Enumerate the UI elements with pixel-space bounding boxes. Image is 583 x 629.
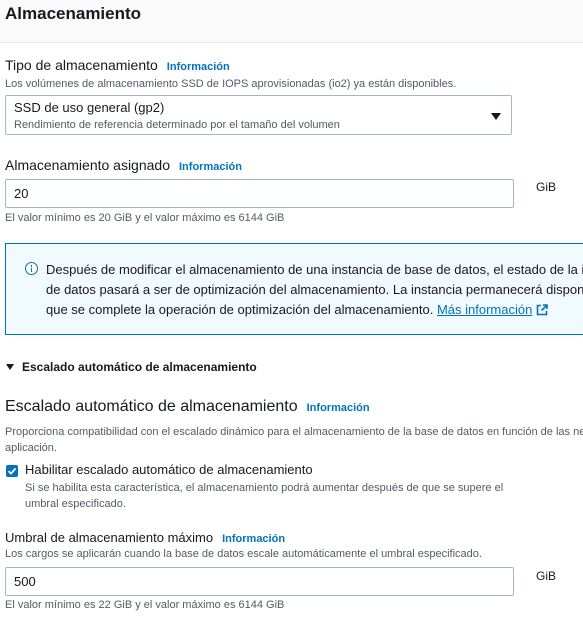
external-link-icon[interactable] <box>536 304 549 316</box>
enable-autoscaling-description-line2: umbral especificado. <box>25 498 126 510</box>
autoscaling-title-text: Escalado automático de almacenamiento <box>5 398 298 415</box>
info-circle-icon <box>25 262 38 275</box>
allocated-storage-info-link[interactable]: Información <box>179 161 242 173</box>
alert-text-line3: que se complete la operación de optimiza… <box>46 302 434 317</box>
max-threshold-description: Los cargos se aplicarán cuando la base d… <box>5 548 482 560</box>
max-threshold-input[interactable]: 500 <box>5 567 514 596</box>
max-threshold-constraint: El valor mínimo es 22 GiB y el valor máx… <box>5 599 285 611</box>
storage-type-select[interactable]: SSD de uso general (gp2) Rendimiento de … <box>5 95 512 135</box>
storage-type-selected-value: SSD de uso general (gp2) <box>14 100 165 115</box>
storage-optimization-alert: Después de modificar el almacenamiento d… <box>5 243 583 335</box>
autoscaling-description-line2: aplicación. <box>5 442 57 454</box>
allocated-storage-input[interactable]: 20 <box>5 179 514 208</box>
autoscaling-description-line1: Proporciona compatibilidad con el escala… <box>5 426 583 438</box>
max-threshold-label-text: Umbral de almacenamiento máximo <box>5 530 214 545</box>
panel-title: Almacenamiento <box>5 4 142 23</box>
storage-type-info-link[interactable]: Información <box>167 61 230 73</box>
allocated-storage-constraint: El valor mínimo es 20 GiB y el valor máx… <box>5 212 285 224</box>
allocated-storage-label: Almacenamiento asignado Información <box>5 157 242 173</box>
autoscaling-expander-toggle[interactable]: Escalado automático de almacenamiento <box>22 360 257 374</box>
storage-type-label: Tipo de almacenamiento Información <box>5 57 230 73</box>
alert-text-line2: de datos pasará a ser de optimización de… <box>46 282 583 297</box>
enable-autoscaling-checkbox[interactable] <box>6 465 18 477</box>
allocated-storage-unit: GiB <box>536 180 557 194</box>
storage-type-description: Los volúmenes de almacenamiento SSD de I… <box>5 78 457 90</box>
checkmark-icon <box>7 467 17 475</box>
max-threshold-unit: GiB <box>536 569 557 583</box>
autoscaling-section-title: Escalado automático de almacenamiento Inf… <box>5 398 370 416</box>
more-info-link[interactable]: Más información <box>437 302 532 317</box>
alert-text-line1: Después de modificar el almacenamiento d… <box>46 262 583 277</box>
storage-type-selected-description: Rendimiento de referencia determinado po… <box>14 119 340 131</box>
enable-autoscaling-label[interactable]: Habilitar escalado automático de almacen… <box>25 462 313 477</box>
max-threshold-label: Umbral de almacenamiento máximo Informaci… <box>5 530 285 545</box>
autoscaling-info-link[interactable]: Información <box>307 402 370 414</box>
allocated-storage-label-text: Almacenamiento asignado <box>5 157 170 173</box>
expander-caret-down-icon[interactable] <box>6 364 14 370</box>
max-threshold-info-link[interactable]: Información <box>222 533 285 545</box>
panel-header: Almacenamiento <box>0 0 583 43</box>
storage-type-label-text: Tipo de almacenamiento <box>5 57 158 73</box>
alert-text-line3-container: que se complete la operación de optimiza… <box>46 302 549 317</box>
caret-down-icon <box>491 113 501 120</box>
enable-autoscaling-description-line1: Si se habilita esta característica, el a… <box>25 482 504 494</box>
